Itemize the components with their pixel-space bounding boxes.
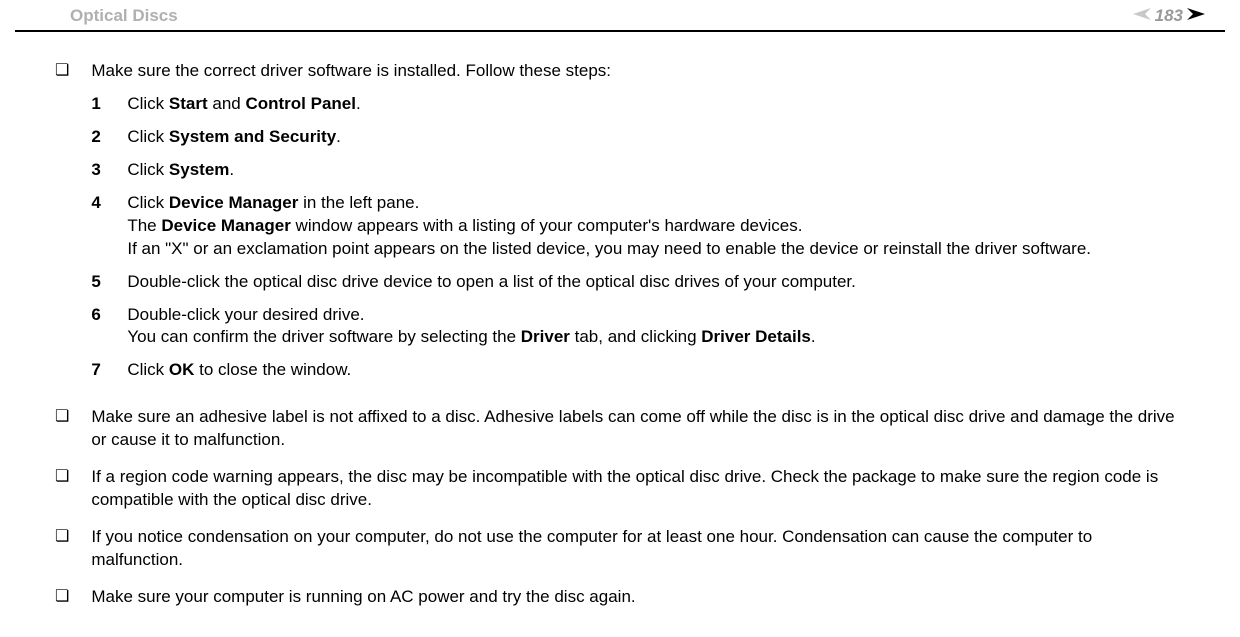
bullet-marker-icon: ❏ — [55, 586, 69, 609]
step-number: 6 — [91, 304, 127, 350]
step-item: 5 Double-click the optical disc drive de… — [91, 271, 1185, 294]
step-item: 7 Click OK to close the window. — [91, 359, 1185, 382]
page-number: 183 — [1155, 6, 1183, 26]
step-item: 6 Double-click your desired drive.You ca… — [91, 304, 1185, 350]
step-text: Click OK to close the window. — [127, 359, 1185, 382]
page-content: ❏ Make sure the correct driver software … — [0, 32, 1240, 609]
step-text: Click Device Manager in the left pane.Th… — [127, 192, 1185, 261]
nav-next-icon[interactable] — [1187, 7, 1205, 25]
bullet-text: If you notice condensation on your compu… — [91, 526, 1185, 572]
page-nav: 183 — [1133, 6, 1205, 26]
step-number: 2 — [91, 126, 127, 149]
step-number: 1 — [91, 93, 127, 116]
page-header: Optical Discs 183 — [15, 0, 1225, 32]
bullet-item: ❏ Make sure your computer is running on … — [55, 586, 1185, 609]
bullet-item: ❏ If a region code warning appears, the … — [55, 466, 1185, 512]
bullet-text: Make sure your computer is running on AC… — [91, 586, 1185, 609]
bullet-marker-icon: ❏ — [55, 526, 69, 572]
bullet-marker-icon: ❏ — [55, 60, 69, 392]
section-title: Optical Discs — [70, 6, 178, 26]
step-item: 1 Click Start and Control Panel. — [91, 93, 1185, 116]
step-item: 2 Click System and Security. — [91, 126, 1185, 149]
step-item: 4 Click Device Manager in the left pane.… — [91, 192, 1185, 261]
bullet-item: ❏ Make sure an adhesive label is not aff… — [55, 406, 1185, 452]
bullet-marker-icon: ❏ — [55, 466, 69, 512]
step-text: Double-click the optical disc drive devi… — [127, 271, 1185, 294]
nav-prev-icon[interactable] — [1133, 7, 1151, 25]
bullet-item: ❏ If you notice condensation on your com… — [55, 526, 1185, 572]
bullet-marker-icon: ❏ — [55, 406, 69, 452]
bullet-text: Make sure an adhesive label is not affix… — [91, 406, 1185, 452]
steps-list: 1 Click Start and Control Panel. 2 Click… — [91, 93, 1185, 382]
step-item: 3 Click System. — [91, 159, 1185, 182]
step-number: 5 — [91, 271, 127, 294]
step-number: 7 — [91, 359, 127, 382]
step-text: Click Start and Control Panel. — [127, 93, 1185, 116]
step-number: 3 — [91, 159, 127, 182]
step-number: 4 — [91, 192, 127, 261]
step-text: Double-click your desired drive.You can … — [127, 304, 1185, 350]
step-text: Click System. — [127, 159, 1185, 182]
bullet-text: If a region code warning appears, the di… — [91, 466, 1185, 512]
step-text: Click System and Security. — [127, 126, 1185, 149]
bullet-item: ❏ Make sure the correct driver software … — [55, 60, 1185, 392]
bullet-intro: Make sure the correct driver software is… — [91, 60, 1185, 83]
